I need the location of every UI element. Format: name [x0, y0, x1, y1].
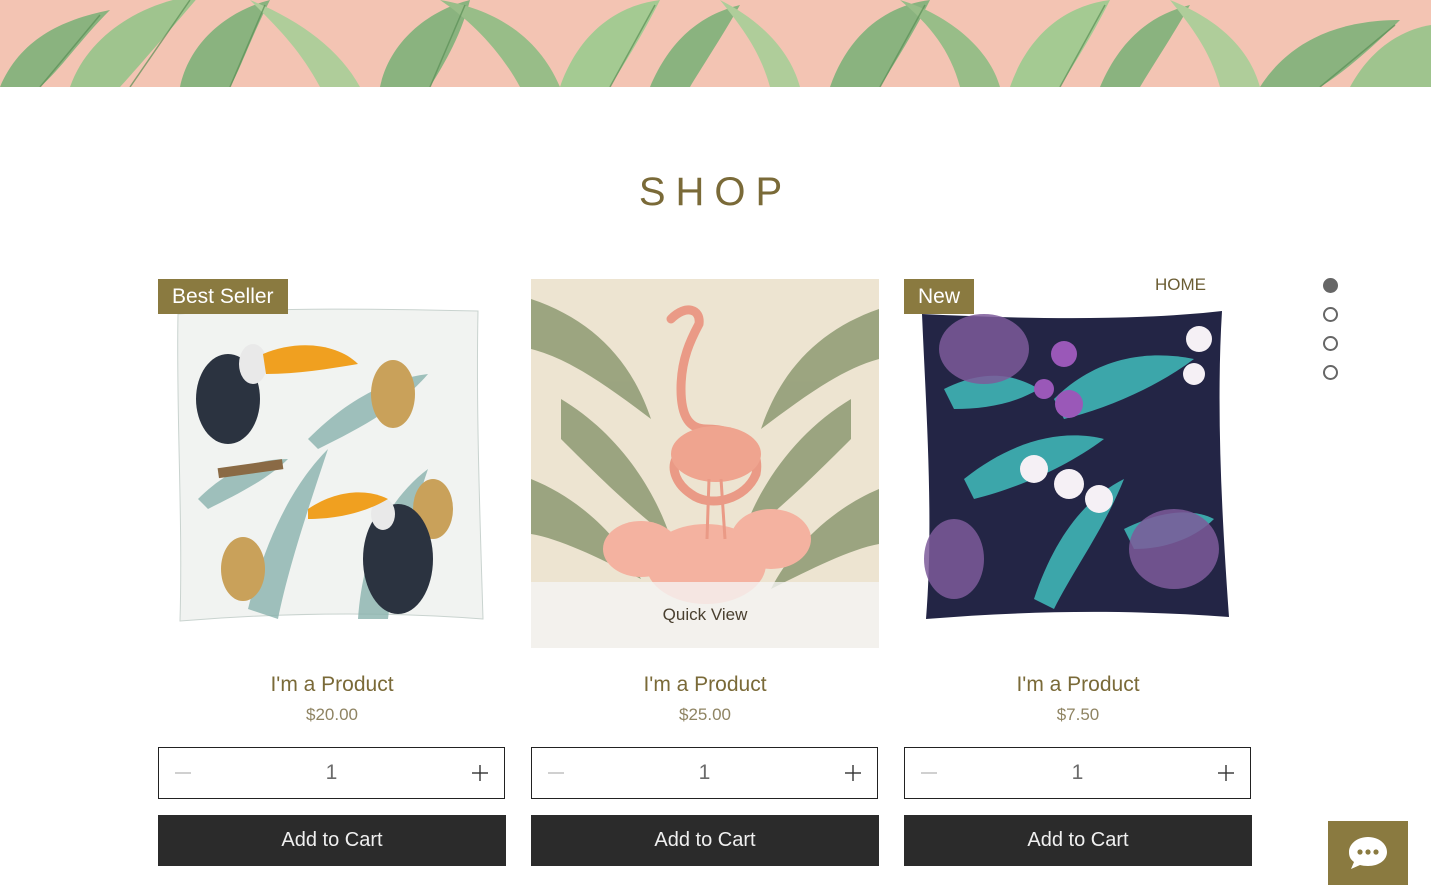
toucan-pillow-image: [158, 279, 506, 648]
product-ribbon: Best Seller: [158, 279, 288, 314]
nav-dot-active[interactable]: [1323, 277, 1338, 293]
product-card: New I'm a Product $7.50 1 Add to Cart: [904, 279, 1252, 866]
product-card: Quick View I'm a Product $25.00 1 Add to…: [531, 279, 879, 866]
header-banner: [0, 0, 1431, 87]
product-price: $25.00: [679, 705, 731, 724]
minus-icon[interactable]: [171, 761, 195, 785]
chat-button[interactable]: [1328, 821, 1408, 885]
product-image[interactable]: Best Seller: [158, 279, 506, 648]
nav-dot[interactable]: [1323, 335, 1338, 351]
tropical-leaves-pattern: [0, 0, 1431, 87]
orchid-pillow-image: [904, 279, 1252, 648]
nav-dot[interactable]: [1323, 306, 1338, 322]
minus-icon[interactable]: [917, 761, 941, 785]
plus-icon[interactable]: [468, 761, 492, 785]
quantity-value[interactable]: 1: [195, 761, 468, 785]
product-ribbon: New: [904, 279, 975, 314]
plus-icon[interactable]: [1214, 761, 1238, 785]
product-name[interactable]: I'm a Product: [158, 670, 506, 700]
page-title: SHOP: [638, 170, 793, 214]
product-name[interactable]: I'm a Product: [904, 670, 1252, 700]
quantity-stepper: 1: [904, 747, 1251, 799]
quantity-value[interactable]: 1: [941, 761, 1214, 785]
quantity-stepper: 1: [531, 747, 878, 799]
product-card: Best Seller I'm a Product $20.00 1 Add t…: [158, 279, 506, 866]
product-price: $20.00: [306, 705, 358, 724]
quick-view-button[interactable]: Quick View: [531, 582, 879, 648]
nav-dot[interactable]: [1323, 364, 1338, 380]
chat-bubble-icon: [1349, 837, 1387, 869]
add-to-cart-button[interactable]: Add to Cart: [158, 815, 506, 866]
quantity-stepper: 1: [158, 747, 505, 799]
add-to-cart-button[interactable]: Add to Cart: [904, 815, 1252, 866]
minus-icon[interactable]: [544, 761, 568, 785]
product-image[interactable]: New: [904, 279, 1252, 648]
quantity-value[interactable]: 1: [568, 761, 841, 785]
product-name[interactable]: I'm a Product: [531, 670, 879, 700]
nav-label: HOME: [1155, 275, 1206, 294]
product-image[interactable]: Quick View: [531, 279, 879, 648]
product-price: $7.50: [1056, 705, 1100, 724]
add-to-cart-button[interactable]: Add to Cart: [531, 815, 879, 866]
plus-icon[interactable]: [841, 761, 865, 785]
